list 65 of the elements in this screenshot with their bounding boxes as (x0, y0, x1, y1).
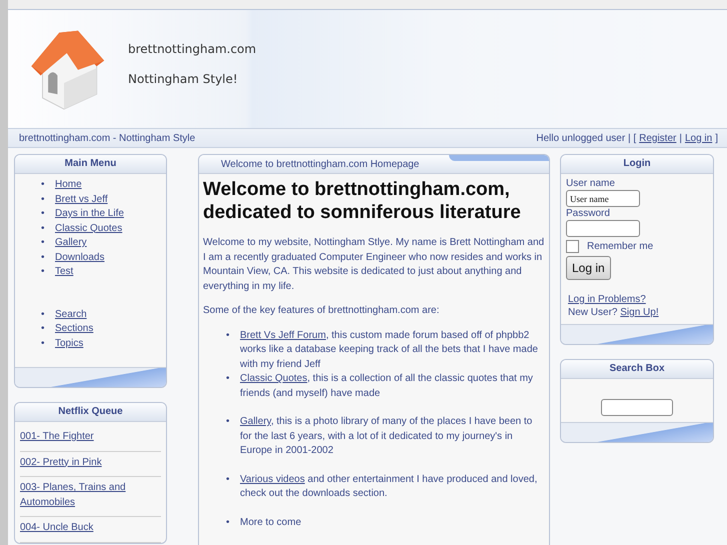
list-bullet: • (41, 178, 46, 192)
page-heading: Welcome to brettnottingham.com, dedicated to somniferous literature (203, 178, 522, 224)
list-bullet: • (41, 265, 46, 279)
queue-link[interactable]: 004- Uncle Buck (20, 521, 161, 536)
list-bullet: • (41, 336, 46, 350)
signup-link[interactable]: Sign Up! (620, 307, 659, 318)
feature-item: Classic Quotes, this is a collection of all the classic quotes that my friends (and myself) have made (240, 372, 534, 400)
menu-link[interactable]: Brett vs Jeff (55, 192, 108, 207)
search-field[interactable] (601, 399, 673, 416)
panel-title: Netflix Queue (15, 403, 166, 422)
list-bullet: • (41, 250, 46, 264)
content-tab-title: Welcome to brettnottingham.com Homepage (221, 158, 420, 170)
site-name: brettnottingham.com (128, 42, 256, 56)
menu-link[interactable]: Home (55, 178, 82, 192)
remember-label: Remember me (587, 241, 654, 252)
site-title: brettnottingham.com - Nottingham Style (19, 132, 196, 144)
menu-link[interactable]: Test (55, 265, 74, 280)
menu-link[interactable]: Gallery (55, 236, 87, 250)
menu-link[interactable]: Search (55, 308, 87, 322)
site-tagline: Nottingham Style! (128, 72, 239, 86)
menu-link[interactable]: Sections (55, 322, 94, 336)
feature-link[interactable]: Various videos (240, 474, 305, 484)
panel-title: Main Menu (15, 155, 166, 174)
list-bullet: • (226, 516, 231, 530)
new-user-text: New User? Sign Up! (568, 307, 659, 318)
menu-link[interactable]: Classic Quotes (55, 222, 122, 236)
menu-link[interactable]: Downloads (55, 250, 104, 265)
remember-checkbox[interactable] (566, 240, 579, 253)
list-bullet: • (41, 322, 46, 336)
list-bullet: • (226, 372, 231, 386)
feature-item: Gallery, this is a photo library of many of the places I have been to for the last 6 years, with a lot of it dedicated to my journey's in Europe in 2001-2002 (240, 415, 534, 458)
user-link[interactable]: Register (639, 132, 676, 144)
list-bullet: • (41, 192, 46, 206)
feature-item: Brett Vs Jeff Forum, this custom made forum based off of phpbb2 works like a database keeping track of all the bets that I have made with my friend Jeff (240, 328, 539, 372)
login-button[interactable]: Log in (566, 256, 611, 280)
password-label: Password (566, 207, 610, 220)
user-bar-text: ] (715, 132, 718, 144)
list-bullet: • (41, 236, 46, 250)
list-bullet: • (41, 308, 46, 322)
feature-link[interactable]: Classic Quotes (240, 373, 308, 384)
username-label: User name (566, 177, 615, 190)
menu-link[interactable]: Topics (55, 336, 84, 351)
user-link[interactable]: Log in (684, 132, 712, 144)
queue-link[interactable]: 001- The Fighter (20, 430, 161, 444)
username-field[interactable]: User name (566, 190, 640, 207)
password-field[interactable] (566, 220, 640, 237)
user-bar-text: Hello unlogged user | [ (536, 132, 636, 144)
intro-paragraph: Welcome to my website, Nottingham Stlye. My name is Brett Nottingham and I am a recently graduated Computer Engineer who now resides and works in Mountain View, CA. This website is dedicated to just about anything and everything in my life. (203, 236, 545, 294)
list-bullet: • (226, 328, 231, 342)
login-problems-link[interactable]: Log in Problems? (568, 294, 646, 305)
panel-title: Search Box (561, 360, 713, 379)
queue-link[interactable]: 003- Planes, Trains and Automobiles (20, 481, 161, 510)
feature-link[interactable]: Gallery (240, 416, 271, 427)
user-bar-text: | (679, 132, 682, 144)
feature-link[interactable]: Brett Vs Jeff Forum (240, 330, 326, 340)
list-bullet: • (226, 415, 231, 429)
panel-title: Login (561, 155, 713, 174)
features-intro: Some of the key features of brettnottingham.com are: (203, 304, 440, 318)
list-bullet: • (226, 472, 231, 486)
menu-link[interactable]: Days in the Life (55, 207, 124, 222)
list-bullet: • (41, 207, 46, 221)
feature-item: Various videos and other entertainment I have produced and loved, check out the downloads section. (240, 472, 538, 501)
queue-link[interactable]: 002- Pretty in Pink (20, 456, 161, 470)
list-bullet: • (41, 222, 46, 236)
feature-item: More to come (240, 516, 302, 530)
